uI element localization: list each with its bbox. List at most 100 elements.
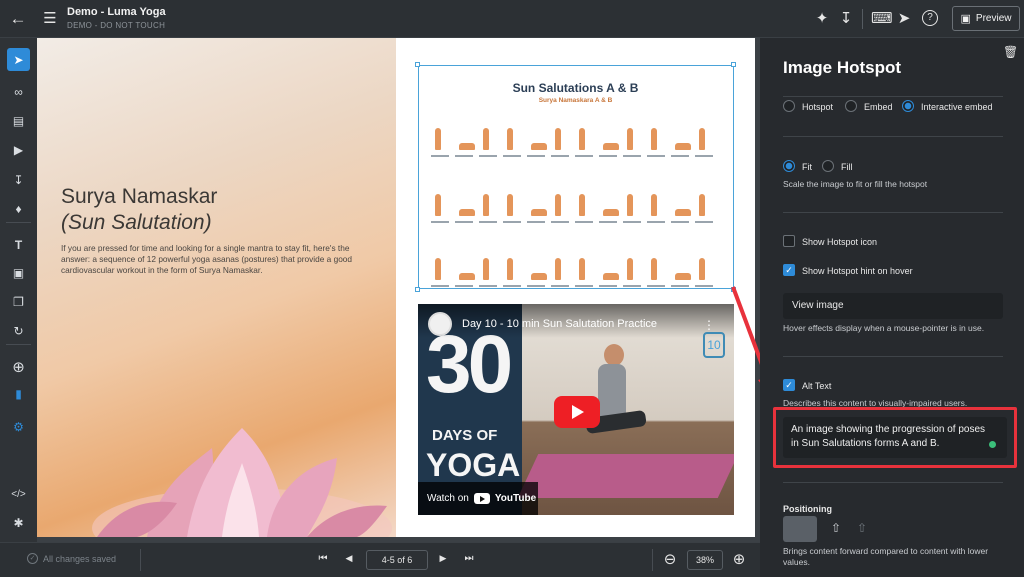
handle[interactable] <box>415 62 420 67</box>
pose-caption-line <box>551 155 569 157</box>
bottom-bar: ✓ All changes saved ⏮ ◀ 4-5 of 6 ▶ ⏭ ⊖ 3… <box>0 542 760 577</box>
saved-check-icon: ✓ <box>27 553 38 564</box>
show-icon-label: Show Hotspot icon <box>802 237 878 247</box>
scale-help: Scale the image to fit or fill the hotsp… <box>783 179 928 189</box>
settings-tool-icon[interactable]: ⚙ <box>7 415 30 438</box>
back-arrow-icon[interactable]: ← <box>9 10 27 27</box>
help-icon[interactable]: ? <box>922 10 938 26</box>
watch-on-youtube[interactable]: Watch on YouTube <box>418 482 538 515</box>
alt-text-input[interactable]: An image showing the progression of pose… <box>783 417 1007 458</box>
pose-caption-line <box>599 285 617 287</box>
lotus-flower <box>92 428 392 537</box>
radio-fill-label: Fill <box>841 162 853 172</box>
bring-forward-icon[interactable]: ⇧ <box>829 522 843 534</box>
pose-figure <box>579 128 585 150</box>
image-hotspot[interactable]: Sun Salutations A & B Surya Namaskara A … <box>418 65 734 289</box>
pose-caption-line <box>527 155 545 157</box>
select-tool-icon[interactable]: ➤ <box>7 48 30 71</box>
pose-caption-line <box>431 155 449 157</box>
radio-fit[interactable] <box>783 160 795 172</box>
next-page-icon[interactable]: ▶ <box>437 554 449 563</box>
left-page: Surya Namaskar (Sun Salutation) If you a… <box>37 38 396 537</box>
accessibility-tool-icon[interactable]: ✱ <box>7 511 30 534</box>
link-tool-icon[interactable]: ∞ <box>7 80 30 103</box>
pose-caption-line <box>455 221 473 223</box>
pose-caption-line <box>455 285 473 287</box>
preview-button[interactable]: ▣ Preview <box>952 6 1020 31</box>
handle[interactable] <box>731 62 736 67</box>
hover-text-input[interactable]: View image <box>783 293 1003 319</box>
tag-tool-icon[interactable]: ♦ <box>7 197 30 220</box>
divider <box>652 549 653 571</box>
pose-caption-line <box>623 285 641 287</box>
keyboard-icon[interactable]: ⌨ <box>871 11 893 26</box>
handle[interactable] <box>415 287 420 292</box>
pose-caption-line <box>551 285 569 287</box>
pose-caption-line <box>599 155 617 157</box>
pose-figure <box>627 128 633 150</box>
alert-tool-icon[interactable]: ▮ <box>7 382 30 405</box>
divider <box>140 549 141 571</box>
doc-subtitle: DEMO - DO NOT TOUCH <box>67 21 166 30</box>
code-tool-icon[interactable]: </> <box>7 483 30 506</box>
menu-icon[interactable]: ☰ <box>42 11 58 26</box>
more-options-icon[interactable]: ⋮ <box>703 318 715 332</box>
send-backward-icon[interactable]: ⇧ <box>855 522 869 534</box>
prev-page-icon[interactable]: ◀ <box>343 554 355 563</box>
hover-text-value: View image <box>792 300 844 311</box>
preview-label: Preview <box>975 13 1012 24</box>
pose-caption-line <box>503 221 521 223</box>
pose-caption-line <box>527 221 545 223</box>
refresh-tool-icon[interactable]: ↻ <box>7 319 30 342</box>
channel-avatar[interactable] <box>428 312 452 336</box>
pose-figure <box>651 128 657 150</box>
image-tool-icon[interactable]: ▣ <box>7 261 30 284</box>
pose-caption-line <box>575 155 593 157</box>
alt-text-checkbox[interactable]: ✓ <box>783 379 795 391</box>
show-icon-checkbox[interactable] <box>783 235 795 247</box>
first-page-icon[interactable]: ⏮ <box>317 554 329 564</box>
announcement-icon[interactable]: ➤ <box>896 11 912 26</box>
pose-figure <box>435 128 441 150</box>
pose-caption-line <box>479 155 497 157</box>
document-tool-icon[interactable]: ▤ <box>7 109 30 132</box>
show-hint-checkbox[interactable]: ✓ <box>783 264 795 276</box>
text-tool-icon[interactable]: T <box>7 233 30 256</box>
pose-figure <box>699 258 705 280</box>
pose-figure <box>675 209 691 216</box>
radio-fill[interactable] <box>822 160 834 172</box>
show-hint-label: Show Hotspot hint on hover <box>802 266 913 276</box>
pose-caption-line <box>455 155 473 157</box>
download-tool-icon[interactable]: ↧ <box>7 168 30 191</box>
radio-embed[interactable] <box>845 100 857 112</box>
last-page-icon[interactable]: ⏭ <box>463 554 475 564</box>
add-tool-icon[interactable]: ⊕ <box>7 355 30 378</box>
pose-caption-line <box>575 221 593 223</box>
pose-figure <box>435 194 441 216</box>
radio-hotspot[interactable] <box>783 100 795 112</box>
video-embed[interactable]: 30 DAYS OF YOGA Day 10 - 10 min Sun Salu… <box>418 304 734 515</box>
pose-figure <box>579 194 585 216</box>
pose-caption-line <box>623 221 641 223</box>
trash-icon[interactable]: 🗑 <box>1003 46 1018 58</box>
play-button[interactable] <box>554 396 600 428</box>
pose-caption-line <box>503 285 521 287</box>
zoom-level[interactable]: 38% <box>687 550 723 570</box>
download-icon[interactable]: ↧ <box>838 11 854 26</box>
magic-wand-icon[interactable]: ✦ <box>814 11 830 26</box>
video-title[interactable]: Day 10 - 10 min Sun Salutation Practice <box>462 318 657 330</box>
zoom-in-icon[interactable]: ⊕ <box>731 552 747 567</box>
positioning-input[interactable] <box>783 516 817 542</box>
zoom-out-icon[interactable]: ⊖ <box>662 552 678 567</box>
radio-interactive-embed[interactable] <box>902 100 914 112</box>
video-tool-icon[interactable]: ▶ <box>7 138 30 161</box>
pose-figure <box>435 258 441 280</box>
panel-title: Image Hotspot <box>783 58 902 77</box>
separator <box>783 136 1003 137</box>
pose-caption-line <box>671 285 689 287</box>
page-indicator[interactable]: 4-5 of 6 <box>366 550 428 570</box>
layers-tool-icon[interactable]: ❐ <box>7 290 30 313</box>
divider <box>862 9 863 29</box>
pose-caption-line <box>671 155 689 157</box>
pose-figure <box>459 209 475 216</box>
